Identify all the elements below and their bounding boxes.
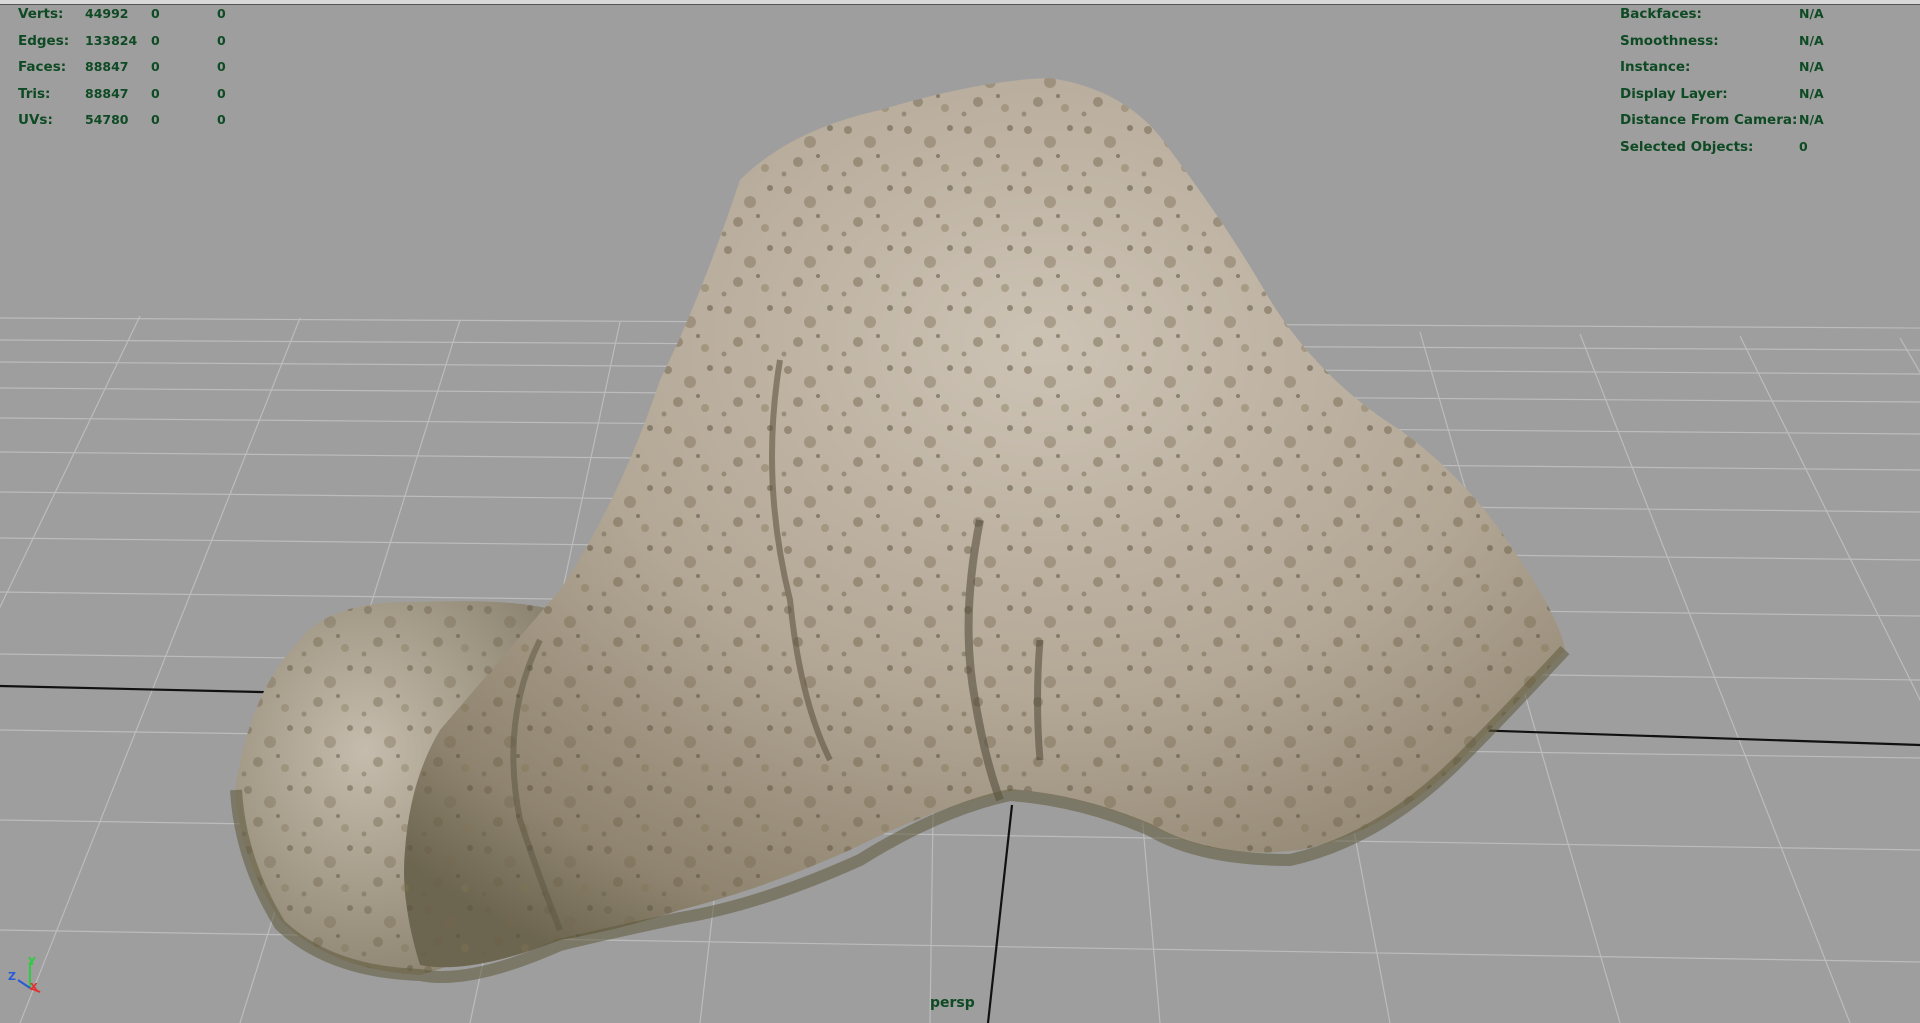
hud-uv: 0 [217,85,226,101]
hud-uv: 0 [217,59,226,74]
hud-value: N/A [1799,112,1824,127]
hud-selected: 0 [151,6,160,21]
hud-label: Verts: [18,6,64,22]
rock-mesh[interactable] [230,78,1570,983]
hud-label: Tris: [18,85,51,102]
axis-y-label: Y [28,955,36,968]
hud-selected: 0 [151,59,160,74]
hud-label: Smoothness: [1620,32,1719,49]
hud-value: 88847 [85,85,129,101]
camera-name-label: persp [930,995,975,1011]
hud-uv: 0 [217,6,226,21]
axis-gizmo: Y Z X [4,955,44,995]
hud-label: Selected Objects: [1620,138,1754,155]
hud-label: Distance From Camera: [1620,112,1798,128]
hud-label: Faces: [18,59,67,75]
hud-label: Edges: [18,32,70,49]
hud-value: N/A [1799,6,1824,21]
hud-value: 133824 [85,32,138,48]
hud-label: Backfaces: [1620,6,1702,22]
hud-value: N/A [1799,85,1824,101]
hud-label: Display Layer: [1620,85,1728,102]
hud-value: N/A [1799,32,1824,48]
hud-selected: 0 [151,85,160,101]
hud-selected: 0 [151,32,160,48]
hud-uv: 0 [217,112,226,127]
hud-value: 0 [1799,138,1808,154]
hud-label: Instance: [1620,59,1691,75]
hud-value: N/A [1799,59,1824,74]
hud-uv: 0 [217,32,226,48]
hud-value: 88847 [85,59,129,74]
hud-selected: 0 [151,112,160,127]
axis-z-label: Z [8,970,16,983]
axis-x-label: X [30,982,38,993]
hud-value: 54780 [85,112,129,127]
hud-label: UVs: [18,112,53,128]
hud-value: 44992 [85,6,129,21]
